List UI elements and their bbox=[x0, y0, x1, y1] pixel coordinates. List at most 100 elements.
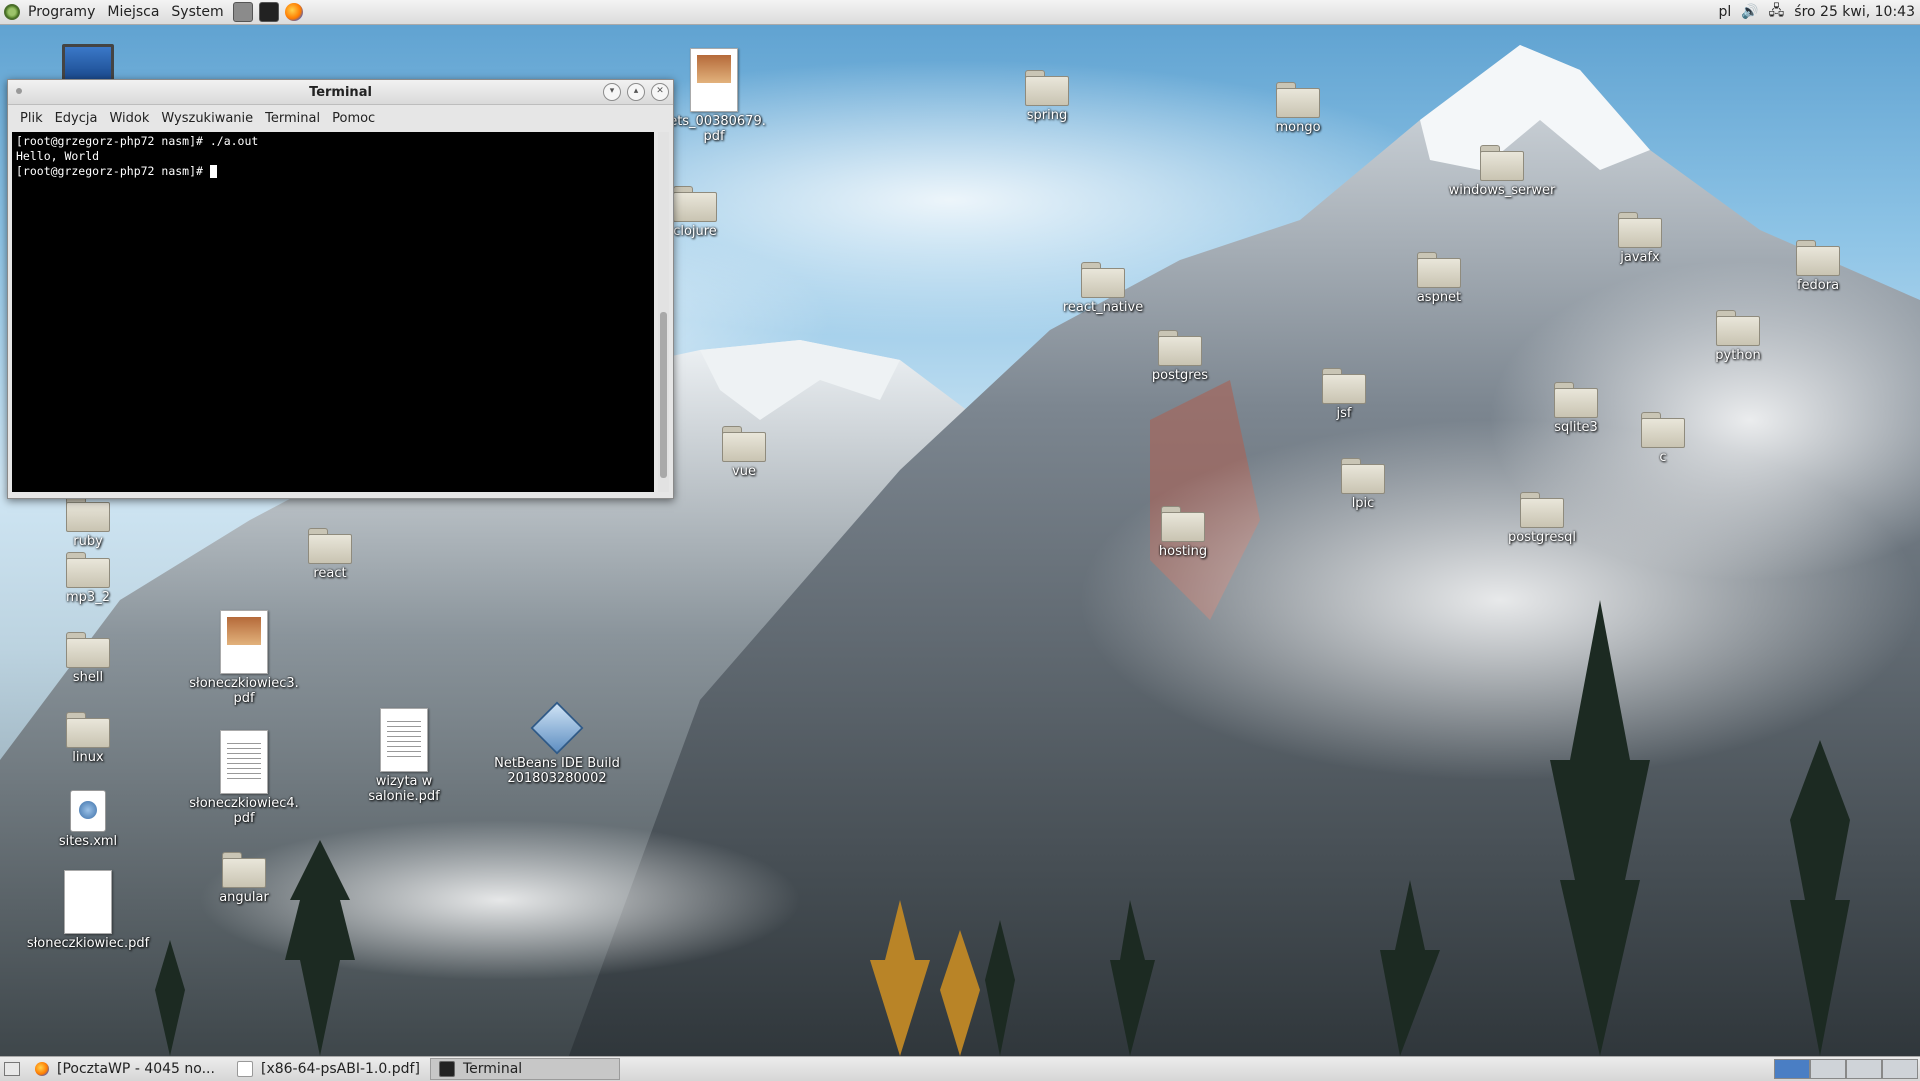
menu-programy[interactable]: Programy bbox=[22, 0, 101, 24]
network-icon[interactable]: 🖧 bbox=[1764, 0, 1790, 24]
desktop-icon-shell[interactable]: shell bbox=[33, 632, 143, 685]
icon-label: postgres bbox=[1151, 368, 1209, 383]
workspace-4[interactable] bbox=[1882, 1059, 1918, 1079]
maximize-icon[interactable]: ▴ bbox=[627, 83, 645, 101]
desktop-icon-python[interactable]: python bbox=[1683, 310, 1793, 363]
desktop-icon-sloneczkiowiec4[interactable]: słoneczkiowiec4. pdf bbox=[189, 730, 299, 826]
terminal-menubar: Plik Edycja Widok Wyszukiwanie Terminal … bbox=[8, 105, 673, 131]
icon-label: hosting bbox=[1158, 544, 1208, 559]
folder-icon bbox=[1322, 368, 1366, 404]
icon-label: słoneczkiowiec3. pdf bbox=[189, 676, 299, 706]
icon-label: słoneczkiowiec4. pdf bbox=[189, 796, 299, 826]
desktop-icon-react-native[interactable]: react_native bbox=[1048, 262, 1158, 315]
xml-file-icon bbox=[70, 790, 106, 832]
minimize-icon[interactable]: ▾ bbox=[603, 83, 621, 101]
desktop-icon-vue[interactable]: vue bbox=[689, 426, 799, 479]
terminal-line: [root@grzegorz-php72 nasm]# ./a.out bbox=[16, 134, 259, 148]
firefox-icon bbox=[35, 1062, 49, 1076]
text-cursor bbox=[209, 165, 217, 178]
taskbar-item-pocztawp[interactable]: [PocztaWP - 4045 no... bbox=[26, 1058, 226, 1080]
task-label: [PocztaWP - 4045 no... bbox=[57, 1061, 215, 1077]
icon-label: c bbox=[1659, 450, 1667, 465]
icon-label: linux bbox=[72, 750, 104, 765]
clock[interactable]: śro 25 kwi, 10:43 bbox=[1789, 4, 1920, 20]
taskbar-item-terminal[interactable]: Terminal bbox=[430, 1058, 620, 1080]
menu-system[interactable]: System bbox=[165, 0, 229, 24]
icon-label: angular bbox=[219, 890, 269, 905]
desktop-icon-mp3-2[interactable]: mp3_2 bbox=[33, 552, 143, 605]
terminal-launcher-icon[interactable] bbox=[258, 2, 279, 22]
menu-plik[interactable]: Plik bbox=[14, 111, 49, 126]
workspace-3[interactable] bbox=[1846, 1059, 1882, 1079]
folder-icon bbox=[1081, 262, 1125, 298]
desktop-icon-postgres[interactable]: postgres bbox=[1125, 330, 1235, 383]
terminal-scrollbar[interactable] bbox=[658, 132, 669, 492]
firefox-launcher-icon[interactable] bbox=[284, 3, 303, 21]
folder-icon bbox=[66, 552, 110, 588]
menu-miejsca[interactable]: Miejsca bbox=[101, 0, 165, 24]
window-titlebar[interactable]: Terminal ▾ ▴ ✕ bbox=[8, 80, 673, 105]
workspace-2[interactable] bbox=[1810, 1059, 1846, 1079]
icon-label: postgresql bbox=[1507, 530, 1577, 545]
menu-pomoc[interactable]: Pomoc bbox=[326, 111, 381, 126]
volume-icon[interactable]: 🔊 bbox=[1736, 4, 1763, 20]
desktop-icon-sloneczkiowiec3[interactable]: słoneczkiowiec3. pdf bbox=[189, 610, 299, 706]
desktop-icon-ruby[interactable]: ruby bbox=[33, 496, 143, 549]
close-icon[interactable]: ✕ bbox=[651, 83, 669, 101]
window-menu-icon[interactable] bbox=[16, 88, 22, 94]
desktop-icon-mongo[interactable]: mongo bbox=[1243, 82, 1353, 135]
folder-icon bbox=[1025, 70, 1069, 106]
globe-icon bbox=[79, 801, 97, 819]
icon-label: wizyta w salonie.pdf bbox=[368, 774, 440, 804]
terminal-output[interactable]: [root@grzegorz-php72 nasm]# ./a.out Hello… bbox=[12, 132, 654, 492]
folder-icon bbox=[1716, 310, 1760, 346]
task-label: Terminal bbox=[463, 1061, 523, 1077]
menu-edycja[interactable]: Edycja bbox=[49, 111, 104, 126]
keyboard-layout-indicator[interactable]: pl bbox=[1713, 4, 1736, 20]
desktop-icon-linux[interactable]: linux bbox=[33, 712, 143, 765]
desktop-icon-fedora[interactable]: fedora bbox=[1763, 240, 1873, 293]
scrollbar-thumb[interactable] bbox=[660, 312, 667, 478]
desktop-icon-wizyta-pdf[interactable]: wizyta w salonie.pdf bbox=[344, 708, 464, 804]
desktop-icon-lpic[interactable]: lpic bbox=[1308, 458, 1418, 511]
terminal-icon bbox=[439, 1061, 455, 1077]
distro-logo-icon[interactable] bbox=[4, 4, 20, 20]
desktop-icon-postgresql[interactable]: postgresql bbox=[1487, 492, 1597, 545]
show-desktop-icon[interactable] bbox=[4, 1062, 20, 1076]
desktop-icon-jsf[interactable]: jsf bbox=[1289, 368, 1399, 421]
desktop-icon-spring[interactable]: spring bbox=[992, 70, 1102, 123]
folder-icon bbox=[722, 426, 766, 462]
desktop-icon-aspnet[interactable]: aspnet bbox=[1384, 252, 1494, 305]
folder-icon bbox=[1520, 492, 1564, 528]
desktop-icon-pdf-kets[interactable]: kets_00380679. pdf bbox=[659, 48, 769, 144]
folder-icon bbox=[1480, 145, 1524, 181]
folder-icon bbox=[66, 712, 110, 748]
icon-label: sites.xml bbox=[58, 834, 118, 849]
desktop-icon-javafx[interactable]: javafx bbox=[1585, 212, 1695, 265]
icon-label: mp3_2 bbox=[66, 590, 110, 605]
desktop-icon-sloneczkiowiec-pdf[interactable]: słoneczkiowiec.pdf bbox=[23, 870, 153, 951]
desktop-icon-hosting[interactable]: hosting bbox=[1128, 506, 1238, 559]
menu-widok[interactable]: Widok bbox=[103, 111, 155, 126]
menu-terminal[interactable]: Terminal bbox=[259, 111, 326, 126]
desktop-icon-react[interactable]: react bbox=[275, 528, 385, 581]
folder-icon bbox=[673, 186, 717, 222]
desktop-icon-c[interactable]: c bbox=[1608, 412, 1718, 465]
icon-label: spring bbox=[1026, 108, 1068, 123]
netbeans-cube-icon bbox=[530, 701, 584, 755]
desktop-icon-netbeans[interactable]: NetBeans IDE Build 201803280002 bbox=[487, 701, 627, 786]
workspace-1[interactable] bbox=[1774, 1059, 1810, 1079]
desktop-icon-computer[interactable] bbox=[33, 44, 143, 82]
system-tray: pl 🔊 🖧 śro 25 kwi, 10:43 bbox=[1713, 0, 1920, 24]
file-manager-launcher-icon[interactable] bbox=[232, 2, 253, 22]
pdf-file-icon bbox=[690, 48, 738, 112]
menu-wyszukiwanie[interactable]: Wyszukiwanie bbox=[155, 111, 259, 126]
taskbar-item-psabi-pdf[interactable]: [x86-64-psABI-1.0.pdf] bbox=[228, 1058, 428, 1080]
icon-label: mongo bbox=[1275, 120, 1321, 135]
desktop-icon-windows-serwer[interactable]: windows_serwer bbox=[1447, 145, 1557, 198]
desktop-icon-angular[interactable]: angular bbox=[189, 852, 299, 905]
icon-label: lpic bbox=[1351, 496, 1375, 511]
top-panel: Programy Miejsca System pl 🔊 🖧 śro 25 kw… bbox=[0, 0, 1920, 25]
icon-label: ruby bbox=[73, 534, 103, 549]
desktop-icon-sites-xml[interactable]: sites.xml bbox=[33, 790, 143, 849]
